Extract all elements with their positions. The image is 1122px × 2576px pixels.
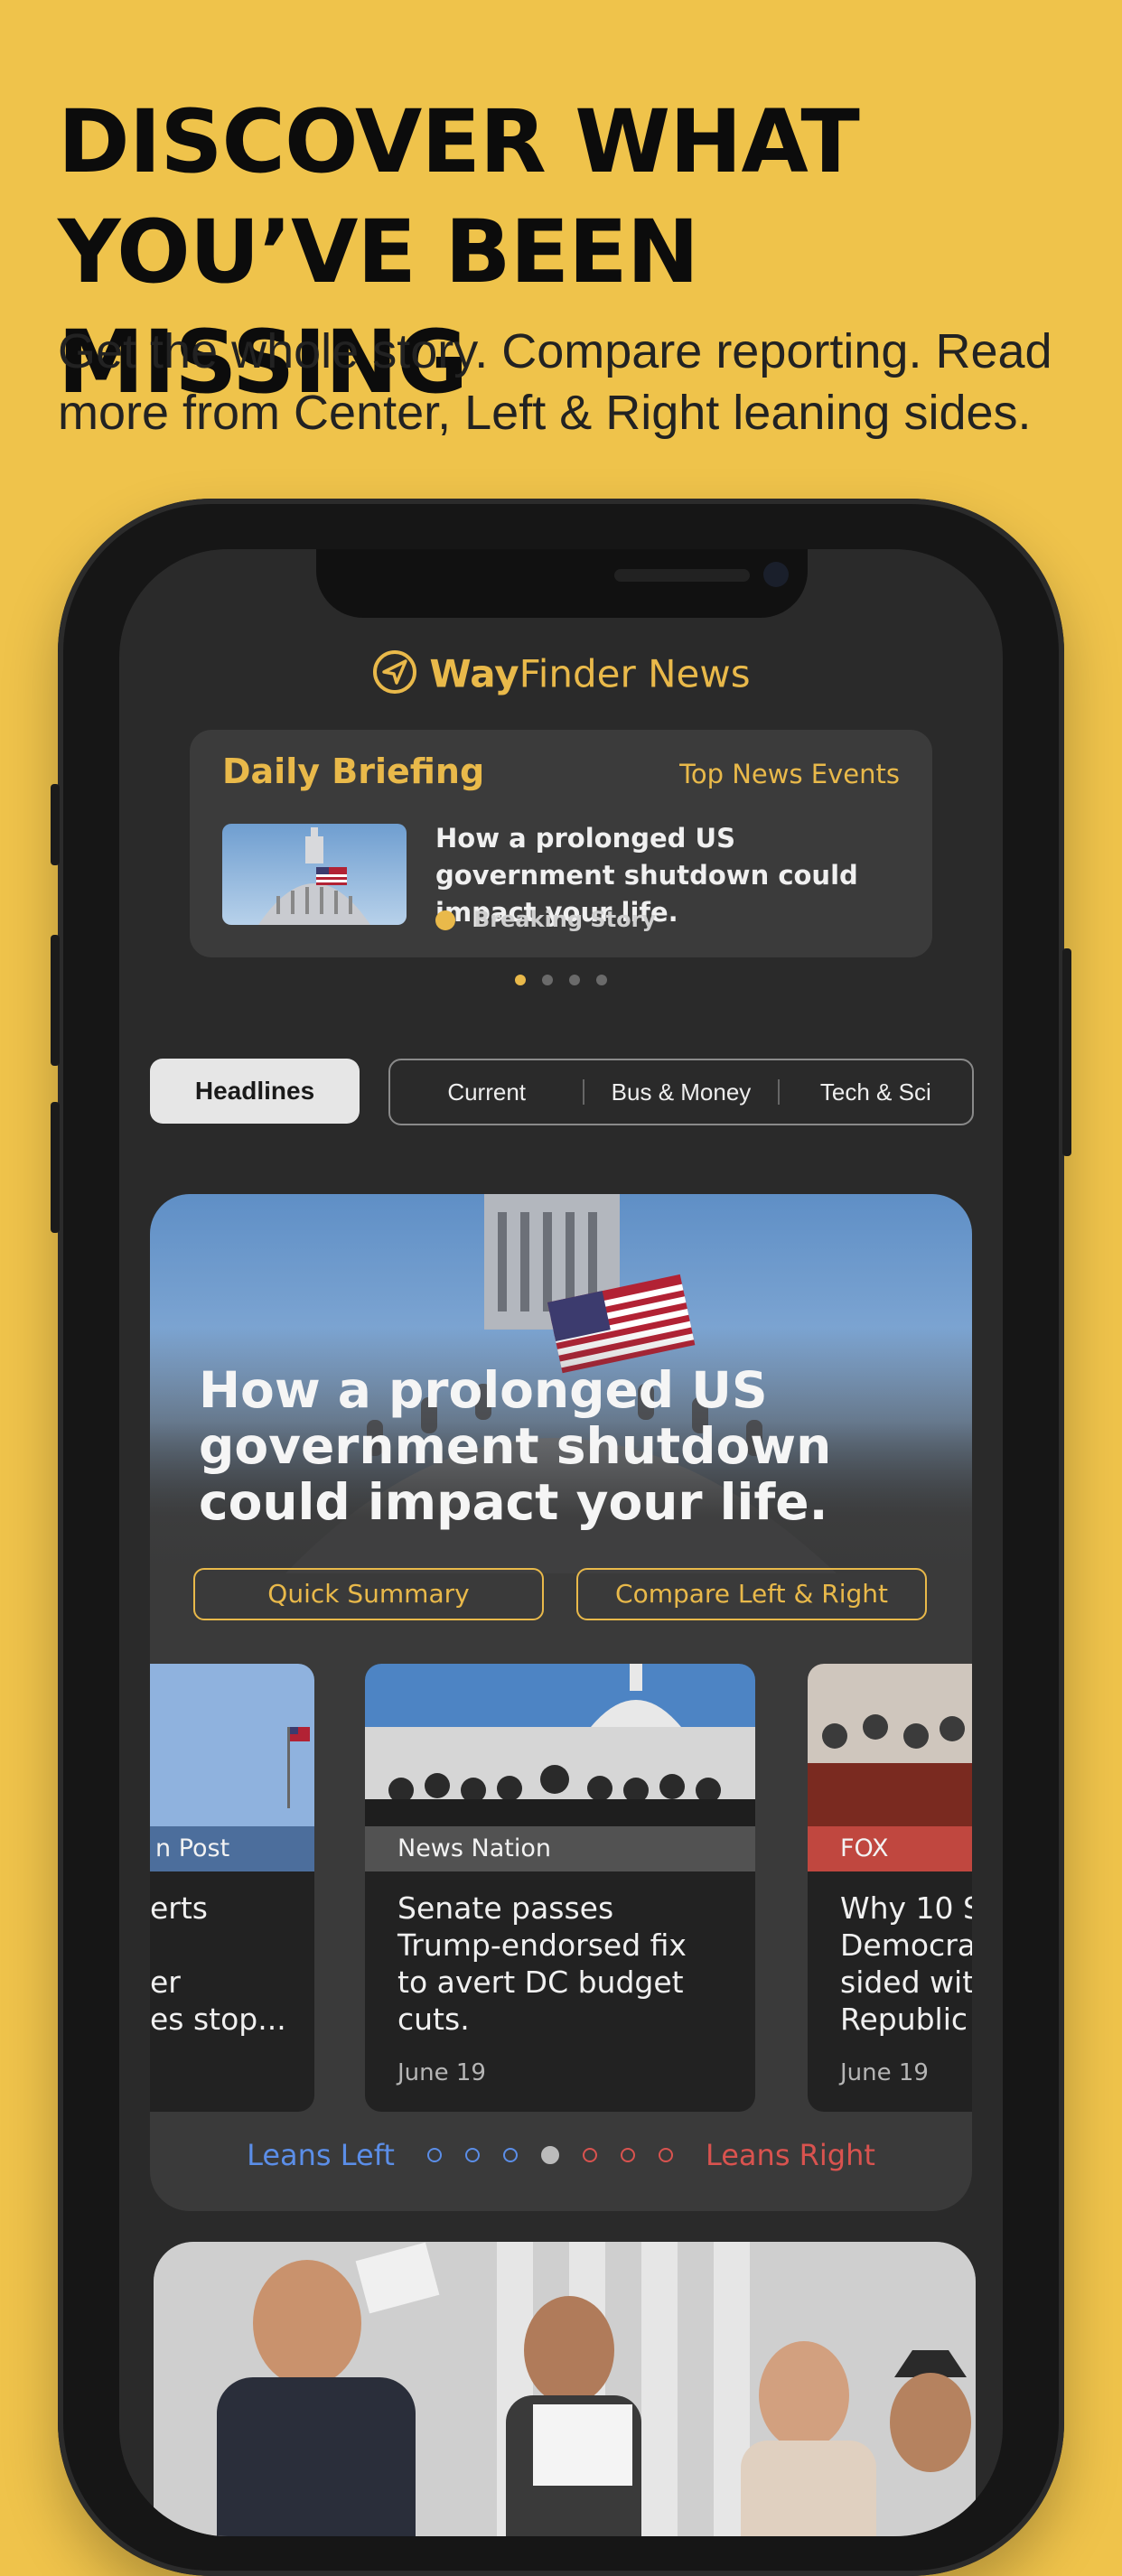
briefing-title: Daily Briefing <box>222 751 485 791</box>
brand-bold: Way <box>429 651 519 696</box>
tab-headlines[interactable]: Headlines <box>150 1059 360 1124</box>
briefing-thumbnail <box>222 824 407 925</box>
pager-dot-3[interactable] <box>569 975 580 985</box>
tab-bus-money[interactable]: Bus & Money <box>584 1078 777 1106</box>
quick-summary-button[interactable]: Quick Summary <box>193 1568 544 1620</box>
feature-story-card[interactable]: How a prolonged US government shutdown c… <box>150 1194 972 2211</box>
article-source: FOX <box>808 1826 972 1871</box>
speaker <box>614 569 750 582</box>
article-date: June 19 <box>397 2059 486 2086</box>
phone-power-button <box>1062 948 1071 1156</box>
breaking-story-tag: Breaking Story <box>435 907 656 932</box>
lean-dot-center[interactable] <box>540 2146 559 2164</box>
article-card[interactable]: n Post erts er es stop... <box>150 1664 314 2112</box>
phone-screen: WayFinder News Daily Briefing Top News E… <box>119 549 1003 2536</box>
lean-dot-right[interactable] <box>620 2148 635 2162</box>
tab-tech-sci[interactable]: Tech & Sci <box>780 1078 972 1106</box>
leans-left-label: Leans Left <box>247 2138 395 2172</box>
article-image <box>365 1664 755 1826</box>
front-camera <box>763 562 789 587</box>
article-headline-line: erts <box>150 1890 209 1926</box>
feature-title[interactable]: How a prolonged US government shutdown c… <box>199 1362 940 1530</box>
article-image <box>808 1664 972 1826</box>
top-news-events-link[interactable]: Top News Events <box>679 759 900 789</box>
promo-headline-line1: DISCOVER WHAT <box>58 91 860 192</box>
compare-left-right-button[interactable]: Compare Left & Right <box>576 1568 927 1620</box>
political-lean-bar[interactable]: Leans Left Leans Right <box>150 2128 972 2182</box>
article-headline: erts er es stop... <box>150 1890 314 2038</box>
article-headline-line: er <box>150 1965 181 2000</box>
article-headline: Senate passes Trump-endorsed fix to aver… <box>397 1890 687 2037</box>
article-image <box>150 1664 314 1826</box>
tab-current[interactable]: Current <box>390 1078 583 1106</box>
lean-dot-left[interactable] <box>502 2148 518 2162</box>
phone-volume-up <box>51 935 60 1066</box>
article-headline: Why 10 Se Democra sided wit Republic <box>840 1890 972 2037</box>
app-brand: WayFinder News <box>119 649 1003 705</box>
category-tabs: Current Bus & Money Tech & Sci <box>388 1059 974 1125</box>
breaking-dot-icon <box>435 910 455 930</box>
article-headline-line: es stop... <box>150 2002 286 2037</box>
article-card[interactable]: FOX Why 10 Se Democra sided wit Republic… <box>808 1664 972 2112</box>
compass-arrow-icon <box>371 649 418 705</box>
article-card[interactable]: News Nation Senate passes Trump-endorsed… <box>365 1664 755 2112</box>
phone-mute-switch <box>51 784 60 865</box>
leans-right-label: Leans Right <box>705 2138 875 2172</box>
phone-notch <box>316 549 808 618</box>
lean-dot-left[interactable] <box>426 2148 442 2162</box>
article-date: June 19 <box>840 2059 929 2086</box>
phone-volume-down <box>51 1102 60 1233</box>
brand-rest: Finder News <box>519 651 751 696</box>
article-source: n Post <box>150 1826 314 1871</box>
promo-subhead: Get the whole story. Compare reporting. … <box>58 324 1052 440</box>
article-source: News Nation <box>365 1826 755 1871</box>
lean-dot-left[interactable] <box>464 2148 480 2162</box>
lean-dot-right[interactable] <box>582 2148 597 2162</box>
breaking-story-label: Breaking Story <box>473 907 657 932</box>
pager-dot-2[interactable] <box>542 975 553 985</box>
pager-dot-1[interactable] <box>515 975 526 985</box>
lean-dot-right[interactable] <box>658 2148 673 2162</box>
briefing-pager[interactable] <box>119 974 1003 990</box>
next-story-card[interactable] <box>154 2242 976 2536</box>
pager-dot-4[interactable] <box>596 975 607 985</box>
daily-briefing-card[interactable]: Daily Briefing Top News Events How a pro… <box>190 730 932 957</box>
